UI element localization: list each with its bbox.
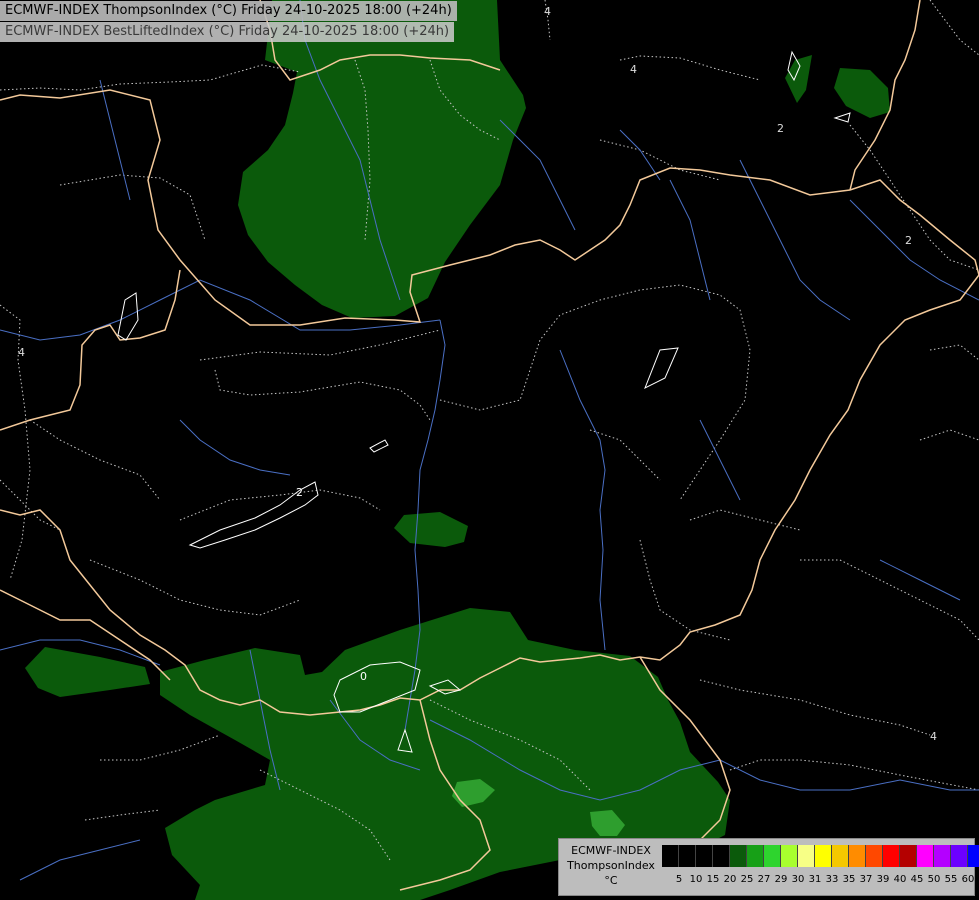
legend-swatch — [934, 845, 951, 867]
legend-tick: 50 — [927, 874, 941, 885]
legend-tick: 39 — [876, 874, 890, 885]
contour-label: 2 — [777, 122, 784, 135]
legend-tick: 27 — [757, 874, 771, 885]
legend-swatch — [900, 845, 917, 867]
contour-label: 4 — [930, 730, 937, 743]
legend-swatch — [696, 845, 713, 867]
legend-swatch — [832, 845, 849, 867]
contour-label: 2 — [296, 486, 303, 499]
legend-swatch — [764, 845, 781, 867]
legend-tick: 30 — [791, 874, 805, 885]
legend-tick: 55 — [944, 874, 958, 885]
legend-tick: 20 — [723, 874, 737, 885]
legend-tick: 33 — [825, 874, 839, 885]
legend-swatch — [781, 845, 798, 867]
color-legend: ECMWF-INDEX ThompsonIndex °C 5 10 15 20 25 27… — [558, 838, 979, 896]
legend-swatch — [883, 845, 900, 867]
legend-swatch — [730, 845, 747, 867]
legend-tick-labels: 5 10 15 20 25 27 29 30 31 33 35 37 39 40 45 50 55 60 — [662, 873, 977, 887]
legend-color-scale — [662, 845, 979, 867]
legend-swatch — [968, 845, 979, 867]
contour-label: 4 — [544, 5, 551, 18]
legend-swatch — [917, 845, 934, 867]
legend-tick: 40 — [893, 874, 907, 885]
weather-map-screen: 4 4 2 2 4 2 0 4 ECMWF-INDEX ThompsonInde… — [0, 0, 979, 900]
legend-tick: 10 — [689, 874, 703, 885]
contour-label: 0 — [360, 670, 367, 683]
legend-tick: 60 — [961, 874, 975, 885]
legend-swatch — [747, 845, 764, 867]
legend-label: ECMWF-INDEX ThompsonIndex °C — [561, 843, 661, 888]
legend-tick: 15 — [706, 874, 720, 885]
legend-tick: 5 — [675, 874, 683, 885]
legend-swatch — [849, 845, 866, 867]
legend-tick: 45 — [910, 874, 924, 885]
legend-swatch — [815, 845, 832, 867]
legend-unit: °C — [604, 874, 618, 887]
legend-swatch — [798, 845, 815, 867]
map-title-thompson-index: ECMWF-INDEX ThompsonIndex (°C) Friday 24… — [0, 1, 457, 21]
legend-parameter: ThompsonIndex — [567, 859, 655, 872]
contour-label: 4 — [18, 346, 25, 359]
legend-swatch — [713, 845, 730, 867]
map-title-best-lifted-index: ECMWF-INDEX BestLiftedIndex (°C) Friday … — [0, 22, 455, 42]
legend-tick: 25 — [740, 874, 754, 885]
legend-swatch — [951, 845, 968, 867]
legend-swatch — [662, 845, 679, 867]
legend-tick: 29 — [774, 874, 788, 885]
legend-swatch — [679, 845, 696, 867]
contour-label: 2 — [905, 234, 912, 247]
legend-model: ECMWF-INDEX — [571, 844, 651, 857]
legend-tick: 31 — [808, 874, 822, 885]
legend-tick: 35 — [842, 874, 856, 885]
legend-tick: 37 — [859, 874, 873, 885]
thompson-index-map: 4 4 2 2 4 2 0 4 — [0, 0, 979, 900]
contour-label: 4 — [630, 63, 637, 76]
legend-swatch — [866, 845, 883, 867]
